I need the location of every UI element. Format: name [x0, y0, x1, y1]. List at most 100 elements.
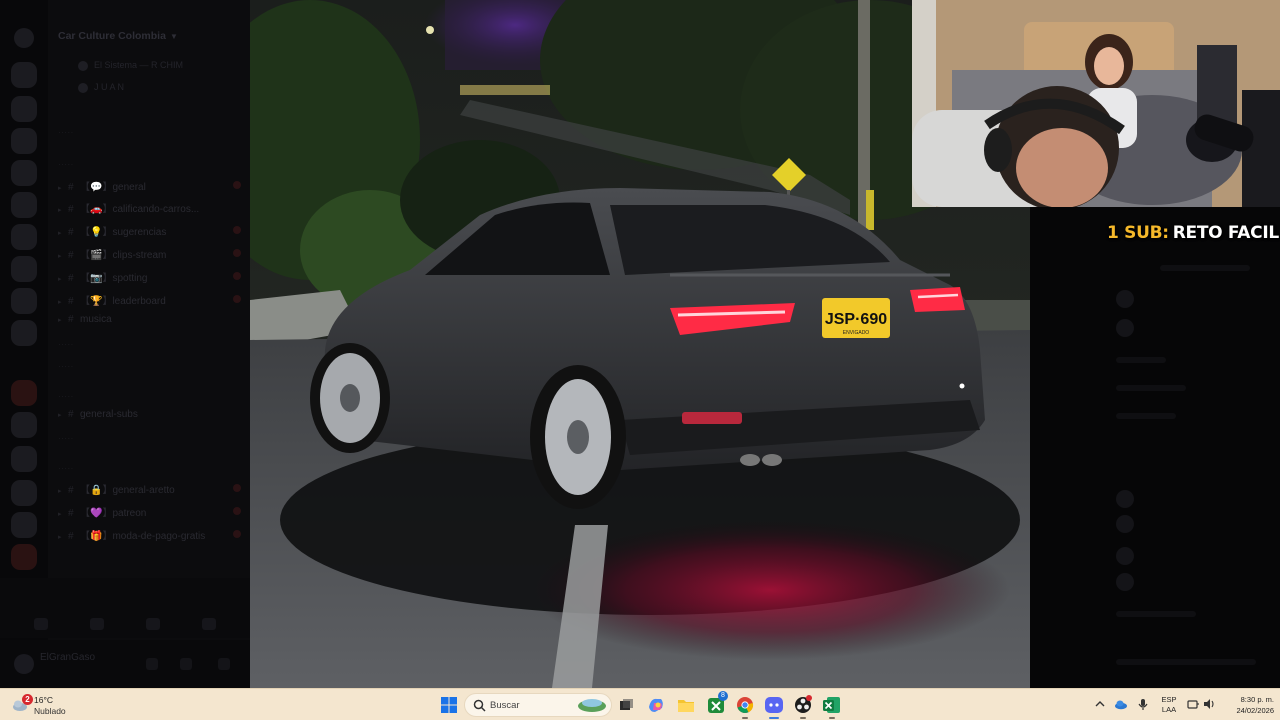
- microphone-icon[interactable]: [146, 658, 158, 670]
- chat-message[interactable]: [1116, 290, 1266, 308]
- chat-message[interactable]: [1116, 490, 1266, 508]
- server-icon[interactable]: [11, 128, 37, 154]
- channel-item[interactable]: ▸ # 【🎁】moda-de-pago-gratis: [58, 527, 243, 543]
- channel-item[interactable]: ▸ # 【📷】spotting: [58, 269, 243, 285]
- network-icon[interactable]: [1186, 697, 1200, 711]
- channel-label: 【🏆】leaderboard: [80, 296, 166, 307]
- chrome-icon: [737, 697, 754, 714]
- taskbar-search-box[interactable]: Buscar: [464, 693, 612, 717]
- category-header[interactable]: ·····: [58, 340, 74, 349]
- screen-share-icon[interactable]: [90, 618, 104, 630]
- server-icon[interactable]: [11, 224, 37, 250]
- hash-icon: #: [68, 296, 74, 307]
- server-icon[interactable]: [11, 512, 37, 538]
- chevron-up-icon[interactable]: [1093, 697, 1107, 711]
- gear-icon[interactable]: [218, 658, 230, 670]
- chat-message[interactable]: [1116, 547, 1266, 565]
- soundboard-icon[interactable]: [202, 618, 216, 630]
- notification-dot: [233, 507, 241, 515]
- server-icon[interactable]: [11, 192, 37, 218]
- copilot-button[interactable]: [645, 694, 667, 716]
- server-icon[interactable]: [11, 96, 37, 122]
- category-header[interactable]: ·····: [58, 362, 74, 371]
- sub-alert: 1 SUB: RETO FACIL: [1107, 223, 1279, 243]
- language-indicator[interactable]: ESP LAA: [1158, 695, 1180, 715]
- channel-label: 【🚗】calificando-carros...: [80, 204, 200, 215]
- system-clock[interactable]: 8:30 p. m. 24/02/2026: [1222, 694, 1274, 716]
- hash-icon: #: [68, 204, 74, 215]
- voice-user[interactable]: El Sistema — R CHIM: [78, 60, 183, 71]
- channel-item[interactable]: ▸ # 【🏆】leaderboard: [58, 292, 243, 308]
- channel-item[interactable]: ▸ # 【💬】general: [58, 178, 243, 194]
- obs-icon: [795, 695, 812, 713]
- server-icon[interactable]: [11, 544, 37, 570]
- server-icon[interactable]: [11, 256, 37, 282]
- channel-label: general-subs: [80, 409, 138, 420]
- chat-input[interactable]: [1116, 659, 1256, 665]
- channel-label: musica: [80, 314, 112, 325]
- microphone-icon[interactable]: [1136, 697, 1150, 711]
- avatar[interactable]: [14, 654, 34, 674]
- server-icon[interactable]: [11, 62, 37, 88]
- weather-description: Nublado: [34, 706, 66, 716]
- channel-item[interactable]: ▸ # 【💜】patreon: [58, 504, 243, 520]
- channel-label: 【🔒】general-aretto: [80, 485, 175, 496]
- chrome-button[interactable]: [734, 694, 756, 716]
- channel-item[interactable]: ▸ # 【🚗】calificando-carros...: [58, 200, 243, 216]
- weather-widget[interactable]: 2 16°C Nublado: [10, 693, 90, 717]
- category-header[interactable]: ·····: [58, 160, 74, 169]
- avatar: [1116, 490, 1134, 508]
- license-plate-city: ENVIGADO: [843, 330, 870, 336]
- license-plate: JSP·690: [825, 311, 887, 328]
- category-header[interactable]: ·····: [58, 128, 74, 137]
- server-icon[interactable]: [11, 320, 37, 346]
- server-icon[interactable]: [11, 412, 37, 438]
- channel-item[interactable]: ▸ # general-subs: [58, 409, 243, 425]
- notification-badge: 8: [718, 691, 728, 701]
- chat-placeholder: [1116, 413, 1176, 419]
- chat-message[interactable]: [1116, 319, 1266, 337]
- windows-logo-icon: [441, 697, 457, 713]
- task-view-button[interactable]: [615, 694, 637, 716]
- keyboard-layout: LAA: [1161, 705, 1177, 714]
- channel-item[interactable]: ▸ # 【🎬】clips-stream: [58, 246, 243, 262]
- headphones-icon[interactable]: [180, 658, 192, 670]
- voice-user[interactable]: J U A N: [78, 82, 124, 93]
- channel-label: 【🎬】clips-stream: [80, 250, 167, 261]
- channel-item[interactable]: ▸ # 【💡】sugerencias: [58, 223, 243, 239]
- server-icon[interactable]: [11, 160, 37, 186]
- server-icon[interactable]: [11, 480, 37, 506]
- obs-button[interactable]: [792, 694, 814, 716]
- activities-icon[interactable]: [146, 618, 160, 630]
- server-name-header[interactable]: Car Culture Colombia ▼: [58, 30, 178, 42]
- windows-start-button[interactable]: [438, 694, 460, 716]
- file-explorer-button[interactable]: [675, 694, 697, 716]
- server-icon[interactable]: [11, 288, 37, 314]
- sub-alert-prefix: 1 SUB:: [1107, 223, 1169, 243]
- discord-sidebar: Car Culture Colombia ▼ El Sistema — R CHI…: [0, 0, 250, 688]
- channel-item[interactable]: ▸ # 【🔒】general-aretto: [58, 481, 243, 497]
- chat-message[interactable]: [1116, 515, 1266, 533]
- notification-dot: [233, 530, 241, 538]
- onedrive-icon[interactable]: [1114, 697, 1128, 711]
- category-header[interactable]: ·····: [58, 392, 74, 401]
- xbox-app-button[interactable]: 8: [705, 691, 728, 716]
- discord-button[interactable]: [763, 694, 785, 716]
- chat-placeholder: [1116, 385, 1186, 391]
- task-view-icon: [620, 699, 633, 710]
- server-icon[interactable]: [11, 380, 37, 406]
- hash-icon: #: [68, 508, 74, 519]
- server-icon[interactable]: [11, 446, 37, 472]
- chat-message[interactable]: [1116, 573, 1266, 591]
- category-header[interactable]: ·····: [58, 434, 74, 443]
- channel-item[interactable]: ▸ # musica: [58, 314, 243, 330]
- category-header[interactable]: ·····: [58, 464, 74, 473]
- camera-icon[interactable]: [34, 618, 48, 630]
- volume-icon[interactable]: [1202, 697, 1216, 711]
- user-name[interactable]: ElGranGaso: [40, 652, 95, 663]
- notification-dot: [233, 295, 241, 303]
- notification-badge: 2: [22, 694, 33, 705]
- notification-dot: [233, 272, 241, 280]
- discord-home-icon[interactable]: [14, 28, 34, 48]
- excel-button[interactable]: [821, 694, 843, 716]
